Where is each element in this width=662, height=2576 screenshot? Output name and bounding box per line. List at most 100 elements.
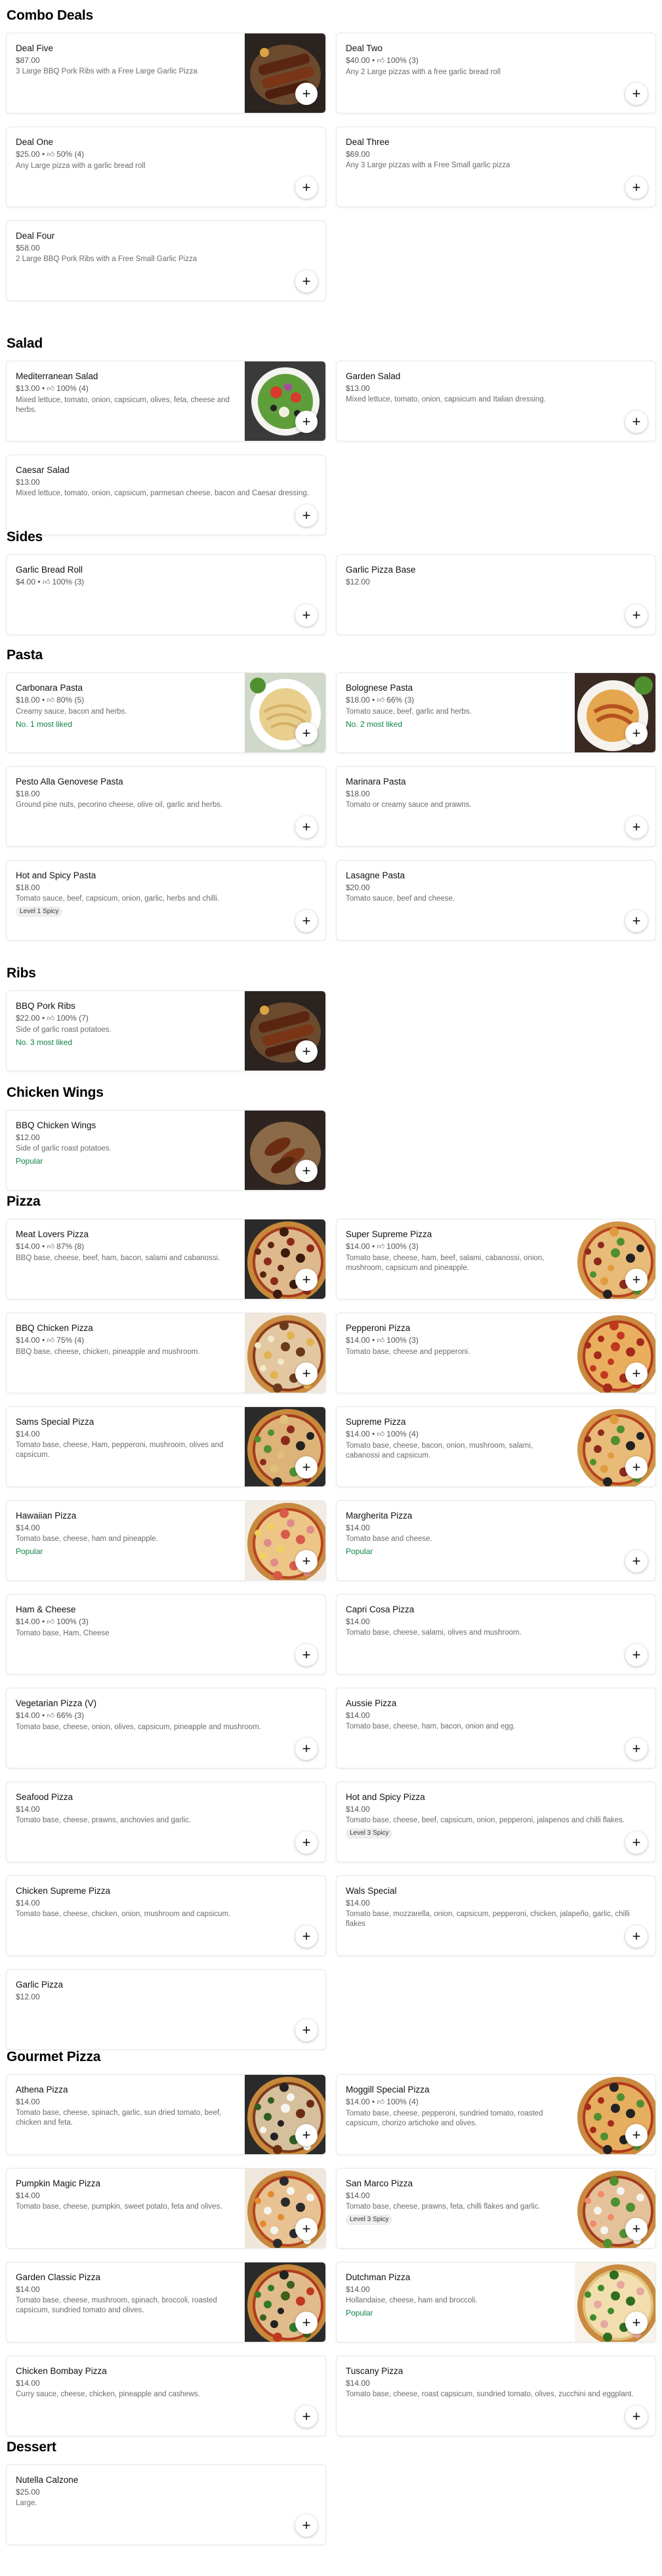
add-item-button[interactable]: + (625, 1456, 648, 1479)
plus-icon: + (302, 2022, 311, 2038)
add-item-button[interactable]: + (295, 2514, 318, 2537)
menu-item-card[interactable]: BBQ Chicken Wings $12.00 Side of garlic ro… (6, 1110, 326, 1191)
menu-item-card[interactable]: Moggill Special Pizza $14.00 • 👍︎ 100% (4… (336, 2074, 656, 2155)
item-meta: $14.00 (16, 2190, 235, 2201)
add-item-button[interactable]: + (625, 1738, 648, 1760)
plus-icon: + (632, 1365, 641, 1381)
add-item-button[interactable]: + (625, 910, 648, 932)
add-item-button[interactable]: + (625, 816, 648, 838)
menu-item-card[interactable]: Nutella Calzone $25.00 Large. + (6, 2464, 326, 2545)
menu-item-card[interactable]: Ham & Cheese $14.00 • 👍︎ 100% (3) Tomato b… (6, 1594, 326, 1675)
menu-item-card[interactable]: Deal Five $87.00 3 Large BBQ Pork Ribs wit… (6, 33, 326, 113)
menu-item-card[interactable]: Hot and Spicy Pizza $14.00 Tomato base, ch… (336, 1782, 656, 1862)
menu-item-card[interactable]: Tuscany Pizza $14.00 Tomato base, cheese, … (336, 2356, 656, 2436)
add-item-button[interactable]: + (295, 2218, 318, 2240)
item-rating: 100% (3) (52, 577, 85, 586)
add-item-button[interactable]: + (625, 1644, 648, 1666)
add-item-button[interactable]: + (625, 1925, 648, 1948)
add-item-button[interactable]: + (295, 1269, 318, 1291)
add-item-button[interactable]: + (625, 2405, 648, 2428)
add-item-button[interactable]: + (295, 1738, 318, 1760)
add-item-button[interactable]: + (625, 2218, 648, 2240)
menu-item-card[interactable]: BBQ Pork Ribs $22.00 • 👍︎ 100% (7) Side of… (6, 991, 326, 1071)
add-item-button[interactable]: + (295, 270, 318, 293)
item-info: Dutchman Pizza $14.00 Hollandaise, cheese,… (346, 2272, 565, 2318)
thumbs-up-icon: 👍︎ (47, 1337, 57, 1345)
menu-item-card[interactable]: Garlic Pizza Base $12.00 + (336, 554, 656, 635)
menu-item-card[interactable]: Supreme Pizza $14.00 • 👍︎ 100% (4) Tomato … (336, 1406, 656, 1487)
add-item-button[interactable]: + (295, 2019, 318, 2041)
add-item-button[interactable]: + (625, 1831, 648, 1854)
add-item-button[interactable]: + (625, 1362, 648, 1385)
menu-item-card[interactable]: Chicken Bombay Pizza $14.00 Curry sauce, c… (6, 2356, 326, 2436)
menu-item-card[interactable]: Sams Special Pizza $14.00 Tomato base, che… (6, 1406, 326, 1487)
menu-item-card[interactable]: Garlic Pizza $12.00 + (6, 1969, 326, 2050)
menu-item-card[interactable]: Margherita Pizza $14.00 Tomato base and ch… (336, 1500, 656, 1581)
item-name: Deal One (16, 137, 54, 147)
menu-item-card[interactable]: Athena Pizza $14.00 Tomato base, cheese, s… (6, 2074, 326, 2155)
add-item-button[interactable]: + (295, 1456, 318, 1479)
menu-item-card[interactable]: Marinara Pasta $18.00 Tomato or creamy sau… (336, 766, 656, 847)
menu-item-card[interactable]: Deal Two $40.00 • 👍︎ 100% (3) Any 2 Large … (336, 33, 656, 113)
add-item-button[interactable]: + (295, 504, 318, 527)
menu-item-card[interactable]: San Marco Pizza $14.00 Tomato base, cheese… (336, 2168, 656, 2249)
add-item-button[interactable]: + (295, 2312, 318, 2334)
add-item-button[interactable]: + (625, 2312, 648, 2334)
menu-item-card[interactable]: Garden Classic Pizza $14.00 Tomato base, c… (6, 2262, 326, 2342)
menu-item-card[interactable]: BBQ Chicken Pizza $14.00 • 👍︎ 75% (4) BBQ … (6, 1313, 326, 1393)
menu-item-card[interactable]: Caesar Salad $13.00 Mixed lettuce, tomato,… (6, 455, 326, 535)
menu-item-card[interactable]: Dutchman Pizza $14.00 Hollandaise, cheese,… (336, 2262, 656, 2342)
menu-item-card[interactable]: Hawaiian Pizza $14.00 Tomato base, cheese,… (6, 1500, 326, 1581)
menu-item-card[interactable]: Deal Four $58.00 2 Large BBQ Pork Ribs wit… (6, 220, 326, 301)
menu-item-card[interactable]: Pepperoni Pizza $14.00 • 👍︎ 100% (3) Tomat… (336, 1313, 656, 1393)
add-item-button[interactable]: + (295, 604, 318, 626)
menu-item-card[interactable]: Capri Cosa Pizza $14.00 Tomato base, chees… (336, 1594, 656, 1675)
add-item-button[interactable]: + (625, 176, 648, 199)
menu-item-card[interactable]: Wals Special $14.00 Tomato base, mozzarell… (336, 1875, 656, 1956)
add-item-button[interactable]: + (295, 2124, 318, 2146)
add-item-button[interactable]: + (295, 1925, 318, 1948)
menu-item-card[interactable]: Garlic Bread Roll $4.00 • 👍︎ 100% (3) + (6, 554, 326, 635)
menu-item-card[interactable]: Deal Three $69.00 Any 3 Large pizzas with … (336, 127, 656, 207)
menu-item-card[interactable]: Deal One $25.00 • 👍︎ 50% (4) Any Large piz… (6, 127, 326, 207)
plus-icon: + (302, 413, 311, 430)
add-item-button[interactable]: + (625, 411, 648, 433)
menu-item-card[interactable]: Aussie Pizza $14.00 Tomato base, cheese, h… (336, 1688, 656, 1768)
add-item-button[interactable]: + (295, 1040, 318, 1063)
add-item-button[interactable]: + (295, 176, 318, 199)
menu-item-card[interactable]: Garden Salad $13.00 Mixed lettuce, tomato,… (336, 361, 656, 441)
add-item-button[interactable]: + (295, 1550, 318, 1572)
item-description: BBQ base, cheese, chicken, pineapple and… (16, 1348, 200, 1356)
menu-item-card[interactable]: Meat Lovers Pizza $14.00 • 👍︎ 87% (8) BBQ … (6, 1219, 326, 1299)
add-item-button[interactable]: + (625, 1550, 648, 1572)
menu-item-card[interactable]: Vegetarian Pizza (V) $14.00 • 👍︎ 66% (3) T… (6, 1688, 326, 1768)
add-item-button[interactable]: + (295, 83, 318, 105)
menu-item-card[interactable]: Seafood Pizza $14.00 Tomato base, cheese, … (6, 1782, 326, 1862)
menu-item-card[interactable]: Bolognese Pasta $18.00 • 👍︎ 66% (3) Tomato… (336, 672, 656, 753)
menu-item-card[interactable]: Pumpkin Magic Pizza $14.00 Tomato base, ch… (6, 2168, 326, 2249)
menu-item-card[interactable]: Hot and Spicy Pasta $18.00 Tomato sauce, b… (6, 860, 326, 941)
add-item-button[interactable]: + (295, 910, 318, 932)
add-item-button[interactable]: + (295, 2405, 318, 2428)
menu-item-card[interactable]: Carbonara Pasta $18.00 • 👍︎ 80% (5) Creamy… (6, 672, 326, 753)
menu-item-card[interactable]: Pesto Alla Genovese Pasta $18.00 Ground pi… (6, 766, 326, 847)
add-item-button[interactable]: + (625, 83, 648, 105)
add-item-button[interactable]: + (625, 2124, 648, 2146)
add-item-button[interactable]: + (295, 722, 318, 745)
add-item-button[interactable]: + (295, 1644, 318, 1666)
item-price: $14.00 (16, 1336, 40, 1345)
menu-item-card[interactable]: Chicken Supreme Pizza $14.00 Tomato base, … (6, 1875, 326, 1956)
add-item-button[interactable]: + (295, 1831, 318, 1854)
menu-item-card[interactable]: Super Supreme Pizza $14.00 • 👍︎ 100% (3) T… (336, 1219, 656, 1299)
section-title: Pasta (7, 647, 43, 663)
add-item-button[interactable]: + (295, 816, 318, 838)
add-item-button[interactable]: + (625, 1269, 648, 1291)
menu-item-card[interactable]: Mediterranean Salad $13.00 • 👍︎ 100% (4) M… (6, 361, 326, 441)
add-item-button[interactable]: + (295, 411, 318, 433)
add-item-button[interactable]: + (625, 604, 648, 626)
item-price: $14.00 (346, 1711, 370, 1720)
add-item-button[interactable]: + (295, 1160, 318, 1182)
add-item-button[interactable]: + (625, 722, 648, 745)
menu-item-card[interactable]: Lasagne Pasta $20.00 Tomato sauce, beef an… (336, 860, 656, 941)
add-item-button[interactable]: + (295, 1362, 318, 1385)
